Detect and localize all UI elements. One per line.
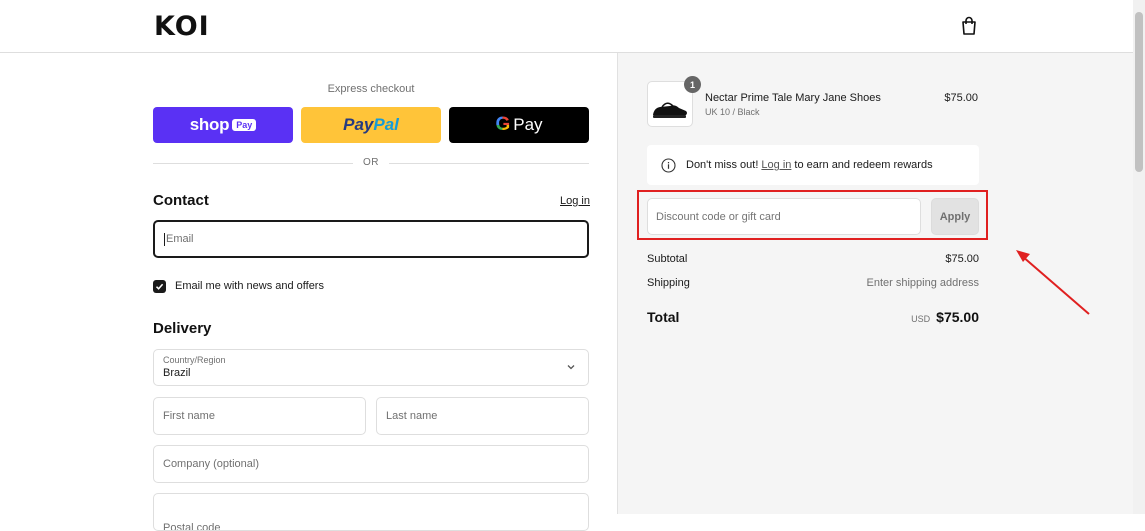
total-value: USD $75.00 — [911, 309, 979, 325]
total-label: Total — [647, 309, 680, 325]
site-header: KOI — [0, 0, 1133, 53]
product-name: Nectar Prime Tale Mary Jane Shoes — [705, 92, 881, 104]
express-checkout-label: Express checkout — [327, 83, 415, 95]
delivery-title: Delivery — [153, 320, 212, 337]
quantity-badge: 1 — [684, 76, 701, 93]
postal-placeholder: Postal code — [163, 522, 221, 531]
subtotal-value: $75.00 — [945, 253, 979, 265]
first-name-field[interactable]: First name — [153, 397, 366, 435]
shop-pay-button[interactable]: shop Pay — [153, 107, 293, 143]
rewards-prefix: Don't miss out! — [686, 159, 759, 171]
login-link[interactable]: Log in — [560, 195, 590, 207]
paypal-word-2: Pal — [373, 115, 399, 134]
last-name-placeholder: Last name — [386, 410, 438, 422]
product-price: $75.00 — [944, 92, 978, 104]
rewards-banner: Don't miss out! Log in to earn and redee… — [647, 145, 979, 185]
shop-pay-pill: Pay — [232, 119, 257, 131]
newsletter-checkbox[interactable] — [153, 280, 166, 293]
koi-logo[interactable]: KOI — [154, 11, 210, 42]
email-placeholder: Email — [166, 233, 194, 245]
shipping-value: Enter shipping address — [866, 277, 979, 289]
scrollbar[interactable] — [1133, 0, 1145, 514]
rewards-login-link[interactable]: Log in — [761, 159, 791, 171]
subtotal-label: Subtotal — [647, 253, 688, 265]
divider-line-right — [389, 163, 589, 164]
apply-button[interactable]: Apply — [931, 198, 979, 235]
checkout-form: Express checkout shop Pay Pay Pal G Pay O… — [0, 53, 617, 531]
contact-title: Contact — [153, 192, 209, 209]
or-divider: OR — [363, 157, 379, 168]
paypal-button[interactable]: Pay Pal — [301, 107, 441, 143]
last-name-field[interactable]: Last name — [376, 397, 589, 435]
shop-pay-word: shop — [189, 115, 230, 134]
rewards-suffix: to earn and redeem rewards — [794, 159, 933, 171]
total-currency: USD — [911, 314, 931, 324]
shipping-label: Shipping — [647, 277, 690, 289]
checkmark-icon — [155, 283, 164, 290]
chevron-down-icon — [567, 365, 575, 370]
scrollbar-thumb[interactable] — [1135, 12, 1143, 172]
email-field[interactable]: Email — [153, 220, 589, 258]
company-placeholder: Company (optional) — [163, 458, 259, 470]
newsletter-label: Email me with news and offers — [175, 280, 324, 292]
country-label: Country/Region — [163, 355, 226, 365]
paypal-word-1: Pay — [343, 115, 374, 134]
total-amount: $75.00 — [936, 309, 979, 325]
discount-code-input[interactable] — [647, 198, 921, 235]
text-cursor — [164, 232, 165, 246]
google-pay-button[interactable]: G Pay — [449, 107, 589, 143]
google-pay-word: Pay — [513, 115, 543, 134]
product-variant: UK 10 / Black — [705, 107, 760, 117]
google-g-icon: G — [495, 114, 511, 135]
country-select[interactable]: Country/Region Brazil — [153, 349, 589, 386]
info-icon — [661, 157, 676, 173]
divider-line-left — [153, 163, 353, 164]
order-summary: 1 Nectar Prime Tale Mary Jane Shoes UK 1… — [617, 53, 1134, 514]
first-name-placeholder: First name — [163, 410, 215, 422]
company-field[interactable]: Company (optional) — [153, 445, 589, 483]
shopping-bag-icon[interactable] — [960, 16, 978, 36]
postal-code-field[interactable]: Postal code — [153, 493, 589, 531]
country-value: Brazil — [163, 367, 191, 379]
